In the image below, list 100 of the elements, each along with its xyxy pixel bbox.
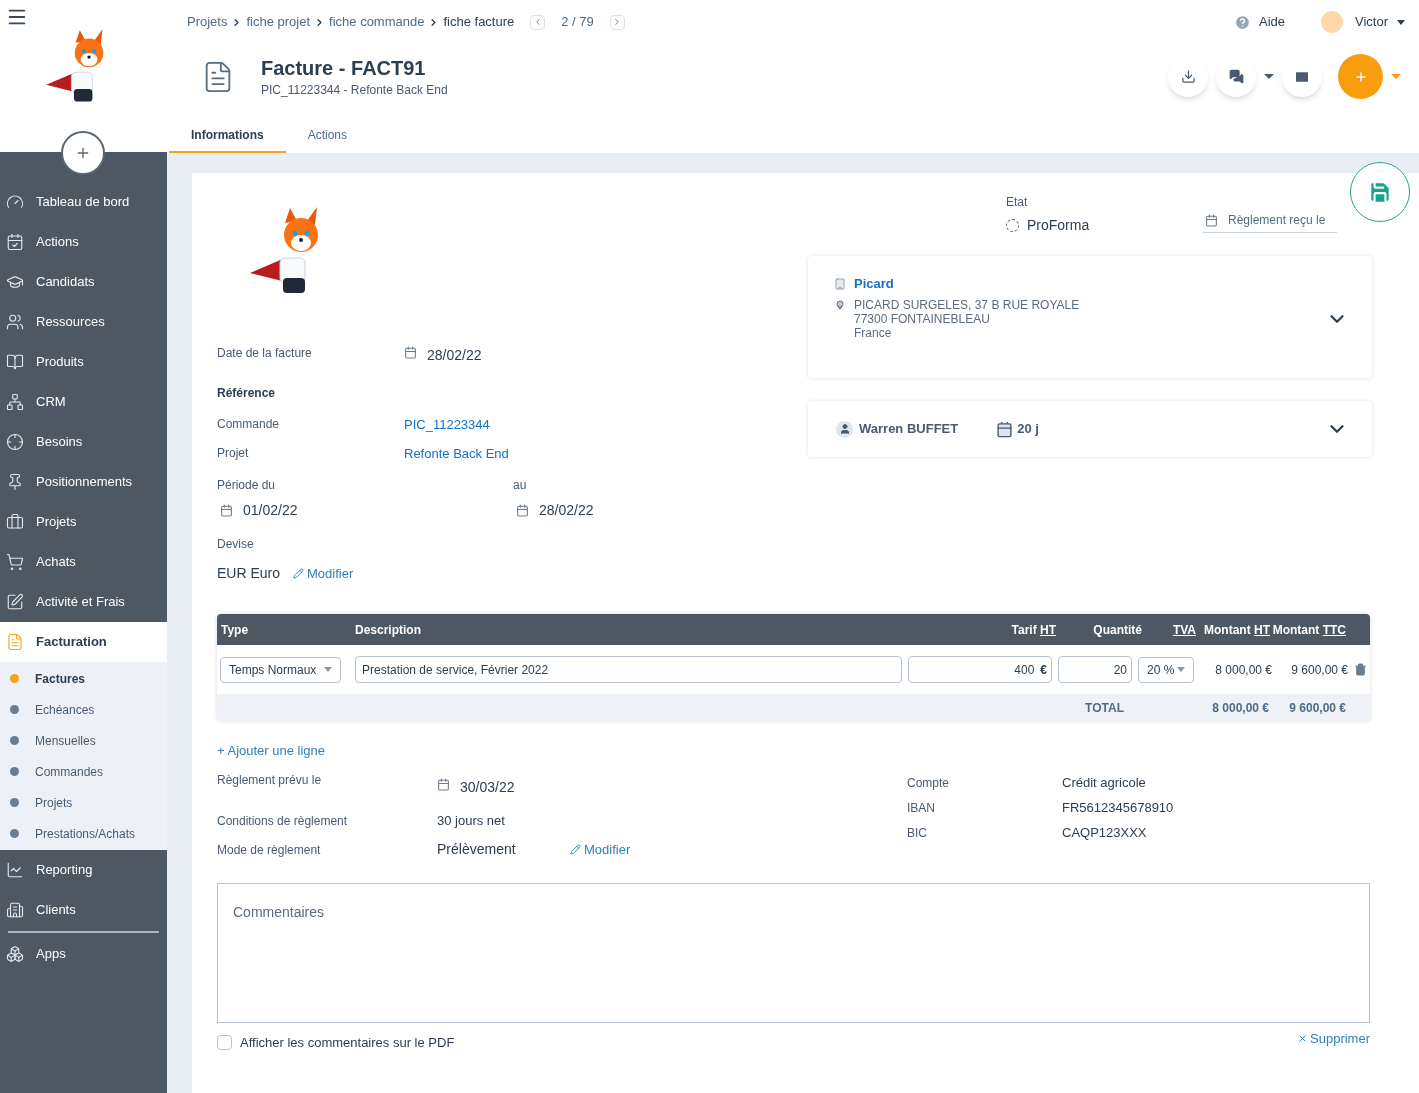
nav-icon: [6, 273, 24, 291]
nav-item[interactable]: Ressources: [0, 302, 167, 342]
address-line: PICARD SURGELES, 37 B RUE ROYALE: [854, 297, 1080, 312]
add-button[interactable]: [61, 131, 105, 175]
field-label: Date de la facture: [217, 344, 313, 362]
field-label: Etat: [1006, 194, 1029, 211]
add-line-link[interactable]: + Ajouter une ligne: [217, 741, 326, 761]
field-label: au: [513, 477, 528, 494]
download-button[interactable]: [1168, 56, 1208, 97]
nav-icon: [6, 945, 24, 963]
rate-input[interactable]: 400 €: [908, 656, 1052, 683]
field-label: Devise: [217, 536, 255, 553]
project-link[interactable]: Refonte Back End: [404, 443, 509, 463]
help-icon: [1233, 13, 1251, 31]
user-menu[interactable]: Victor: [1355, 12, 1388, 32]
tab[interactable]: Actions: [285, 118, 370, 153]
nav-item[interactable]: CRM: [0, 382, 167, 422]
column-header: Quantité: [1092, 621, 1143, 639]
calendar-icon: [1205, 213, 1218, 227]
nav-icon: [6, 901, 24, 919]
download-icon: [1180, 69, 1196, 84]
amount-ht: 8 000,00 €: [1214, 661, 1272, 679]
quantity-input[interactable]: 20: [1058, 656, 1132, 683]
breadcrumb-link[interactable]: fiche projet: [246, 12, 311, 32]
help-link[interactable]: Aide: [1258, 12, 1285, 32]
calendar-icon: [404, 346, 417, 359]
nav-icon: [6, 513, 24, 531]
nav-icon: [6, 593, 24, 611]
bank-value: FR5612345678910: [1062, 799, 1174, 818]
page-title: Facture - FACT91: [261, 55, 427, 81]
column-header: Description: [355, 621, 422, 639]
nav-item[interactable]: Tableau de bord: [0, 182, 167, 222]
bank-value: CAQP123XXX: [1062, 824, 1147, 843]
nav-item[interactable]: Actions: [0, 222, 167, 262]
address-line: 77300 FONTAINEBLEAU: [854, 311, 991, 326]
checkbox[interactable]: [217, 1034, 232, 1050]
nav-icon: [6, 473, 24, 491]
nav-subitem[interactable]: Commandes: [0, 756, 167, 787]
pencil-icon: [293, 568, 305, 579]
vat-select[interactable]: 20 %: [1138, 656, 1194, 683]
modify-link[interactable]: Modifier: [570, 839, 631, 860]
field-label: Commande: [217, 416, 281, 433]
breadcrumb-link[interactable]: fiche commande: [329, 12, 425, 32]
total-label: TOTAL: [1085, 699, 1124, 717]
field-label: Période du: [217, 477, 277, 494]
column-header: Montant HT: [1203, 621, 1270, 639]
caret-icon[interactable]: [1264, 74, 1274, 79]
nav-item[interactable]: Candidats: [0, 262, 167, 302]
nav-subitem[interactable]: Echéances: [0, 694, 167, 725]
modify-link[interactable]: Modifier: [293, 563, 354, 584]
email-button[interactable]: [1282, 56, 1322, 97]
nav-subitem[interactable]: Mensuelles: [0, 725, 167, 756]
comments-field[interactable]: Commentaires: [217, 882, 1370, 1023]
field-label: BIC: [907, 825, 928, 842]
calendar-icon: [220, 504, 233, 517]
nav-item[interactable]: Besoins: [0, 422, 167, 462]
field-label: Compte: [907, 775, 951, 792]
type-select[interactable]: Temps Normaux: [220, 656, 341, 683]
nav-item[interactable]: Positionnements: [0, 462, 167, 502]
nav-subitem[interactable]: Prestations/Achats: [0, 818, 167, 849]
nav-icon: [6, 433, 24, 451]
checkbox-label: Afficher les commentaires sur le PDF: [240, 1033, 455, 1052]
tab[interactable]: Informations: [169, 118, 286, 153]
delete-icon[interactable]: [1354, 663, 1367, 676]
payment-terms: 30 jours net: [437, 811, 505, 830]
delete-link[interactable]: Supprimer: [1297, 1028, 1370, 1048]
client-link[interactable]: Picard: [854, 274, 894, 294]
nav-icon: [6, 393, 24, 411]
total-ht: 8 000,00 €: [1211, 699, 1269, 717]
period-start: 01/02/22: [243, 501, 298, 520]
comments-button[interactable]: [1216, 56, 1256, 97]
nav-item[interactable]: Activité et Frais: [0, 582, 167, 622]
nav-icon: [6, 193, 24, 211]
invoice-date: 28/02/22: [427, 346, 482, 365]
close-icon: [1297, 1032, 1309, 1044]
plus-icon: [75, 145, 91, 161]
nav-item[interactable]: Produits: [0, 342, 167, 382]
nav-item[interactable]: Achats: [0, 542, 167, 582]
breadcrumb-link[interactable]: Projets: [187, 12, 228, 32]
nav-subitem[interactable]: Projets: [0, 787, 167, 818]
duration-value: 20 j: [1017, 420, 1039, 439]
field-label: Mode de règlement: [217, 841, 322, 859]
nav-item[interactable]: Apps: [0, 934, 167, 974]
order-link[interactable]: PIC_11223344: [404, 415, 490, 435]
nav-subitem[interactable]: Factures: [0, 663, 167, 694]
amount-ttc: 9 600,00 €: [1290, 661, 1348, 679]
nav-item[interactable]: Clients: [0, 890, 167, 930]
status-value: ProForma: [1027, 216, 1090, 235]
payment-received-field[interactable]: Règlement reçu le: [1203, 208, 1337, 233]
nav-item[interactable]: Reporting: [0, 850, 167, 890]
description-input[interactable]: Prestation de service, Février 2022: [355, 656, 902, 683]
nav-icon: [6, 313, 24, 331]
field-label: Conditions de règlement: [217, 812, 349, 830]
bank-value: Crédit agricole: [1062, 774, 1146, 793]
nav-item[interactable]: Facturation: [0, 622, 167, 662]
nav-item[interactable]: Projets: [0, 502, 167, 542]
field-label: IBAN: [907, 800, 936, 817]
column-header: TVA: [1171, 621, 1196, 639]
location-icon: [834, 298, 846, 311]
pencil-icon: [570, 844, 581, 855]
